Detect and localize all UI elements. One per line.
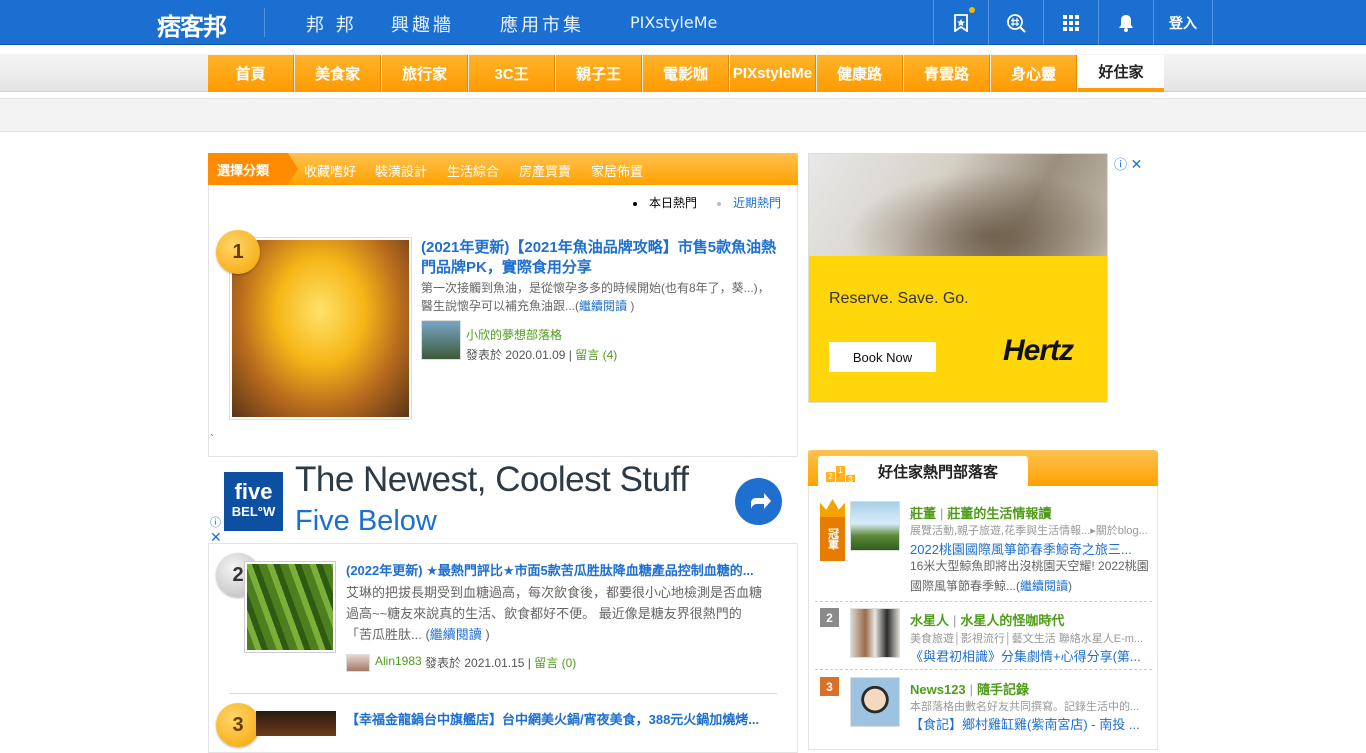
tab-today-hot[interactable]: 本日熱門 [633,194,697,211]
apps-grid-icon[interactable] [1043,0,1098,45]
notification-dot [969,7,975,13]
nav-pixstyleme[interactable]: PIXstyleMe [630,13,717,32]
blogger-name[interactable]: 水星人 | 水星人的怪咖時代 [910,610,1064,629]
category-tab-3c[interactable]: 3C王 [469,55,555,92]
blog-tags: 展覽活動,親子旅遊,花季與生活情報...▸關於blog... [910,525,1148,537]
avatar[interactable] [850,501,900,551]
post-title[interactable]: (2022年更新) ★最熱門評比★市面5款苦瓜胜肽降血糖產品控制血糖的... [346,561,766,581]
nav-bangbang[interactable]: 邦 邦 [306,11,357,37]
book-now-button[interactable]: Book Now [829,342,936,372]
fish-oil-image [232,240,409,417]
blogger-name[interactable]: News123 | 隨手記錄 [910,679,1029,698]
post-excerpt: 艾琳的把拔長期受到血糖過高，每次飲食後，都要很小心地檢測是否血糖過高~~糖友來說… [346,585,763,642]
read-more-link[interactable]: 繼續閱讀 [579,299,627,313]
stray-mark: ` [210,432,214,446]
photo-shading [809,154,1107,256]
post-meta: 發表於 2021.01.15 | 留言 (0) [425,656,577,670]
read-more-link[interactable]: 繼續閱讀 [1020,579,1068,593]
filter-decor-design[interactable]: 裝潢設計 [375,161,427,180]
divider [229,693,777,694]
adchoices-icon[interactable]: ⓘ ✕ [1114,154,1142,173]
category-tab-home[interactable]: 首頁 [208,55,294,92]
post-thumbnail[interactable] [256,711,336,736]
divider [815,601,1152,602]
champion-crown-icon: 冠軍 [820,499,845,563]
divider [264,8,265,37]
read-more-link[interactable]: 繼續閱讀 [430,627,482,642]
avatar[interactable] [850,677,900,727]
avatar[interactable] [421,320,461,360]
champion-label: 冠軍 [820,517,845,561]
login-button[interactable]: 登入 [1153,0,1213,45]
rank-badge: 3 [216,703,260,747]
category-tab-wellness[interactable]: 身心靈 [991,55,1077,92]
hertz-advertisement[interactable]: Reserve. Save. Go. Book Now Hertz [808,153,1108,403]
sub-bar [0,98,1366,132]
adchoices-icon[interactable]: ⓘ [210,514,221,530]
comments-link[interactable]: 留言 (4) [575,348,617,362]
avatar[interactable] [850,608,900,658]
post-thumbnail[interactable] [244,561,336,653]
rank-badge: 1 [216,230,260,274]
category-tab-home-living[interactable]: 好住家 [1078,55,1164,92]
author-name[interactable]: Alin1983 [375,654,422,668]
post-excerpt: 第一次接觸到魚油，是從懷孕多多的時候開始(也有8年了，葵...)，醫生說懷孕可以… [421,281,770,313]
blog-tags: 本部落格由數名好友共同撰寫。記錄生活中的... [910,701,1140,713]
nav-interest-wall[interactable]: 興趣牆 [391,11,454,37]
ad-arrow-icon[interactable] [735,478,782,525]
filter-collecting[interactable]: 收藏嗜好 [304,161,356,180]
bitter-melon-image [247,564,333,650]
crown-shape [820,499,845,517]
ad-subheadline[interactable]: Five Below [295,505,437,538]
nav-app-market[interactable]: 應用市集 [500,11,584,37]
ad-headline[interactable]: The Newest, Coolest Stuff [295,460,689,500]
hashtag-search-icon[interactable] [988,0,1043,45]
bell-icon[interactable] [1098,0,1153,45]
tab-recent-hot[interactable]: 近期熱門 [717,194,781,211]
category-tab-health[interactable]: 健康路 [817,55,903,92]
pixnet-logo[interactable]: 痞客邦 [157,7,227,41]
category-tab-career[interactable]: 青雲路 [904,55,990,92]
logo-text: BEL°W [231,503,276,519]
post-title[interactable]: (2021年更新)【2021年魚油品牌攻略】市售5款魚油熱門品牌PK，實際食用分… [421,238,781,278]
author-name[interactable]: 小欣的夢想部落格 [466,326,562,343]
bullet [717,201,721,206]
avatar[interactable] [346,654,370,672]
hertz-logo: Hertz [1003,334,1074,367]
category-tab-pixstyleme[interactable]: PIXstyleMe [730,55,816,92]
divider [815,669,1152,670]
filter-home-furnishing[interactable]: 家居佈置 [591,161,643,180]
post-thumbnail[interactable] [229,237,412,420]
comments-link[interactable]: 留言 (0) [534,656,576,670]
filter-life[interactable]: 生活綜合 [447,161,499,180]
podium-icon: 213 [826,464,856,484]
rank-badge: 2 [820,608,839,627]
category-tab-food[interactable]: 美食家 [295,55,381,92]
close-ad-icon[interactable]: ✕ [1131,156,1143,172]
filter-bar: 選擇分類 收藏嗜好 裝潢設計 生活綜合 房產買賣 家居佈置 [208,153,798,185]
post-title[interactable]: 【幸福金龍鍋台中旗艦店】台中網美火鍋/宵夜美食，388元火鍋加燒烤... [346,710,766,730]
blog-post-excerpt: 16米大型鯨魚即將出沒桃園天空耀! 2022桃園國際風箏節春季鯨...(繼續閱讀… [910,559,1149,593]
ad-tagline: Reserve. Save. Go. [829,290,969,307]
logo-text: five [234,478,273,504]
blog-latest-post[interactable]: 【食記】鄉村雞缸雞(紫南宮店) - 南投 ... [910,714,1142,733]
blog-tags: 美食旅遊│影視流行│藝文生活 聯絡水星人E-m... [910,633,1144,645]
blog-latest-post[interactable]: 《與君初相識》分集劇情+心得分享(第... [910,646,1142,665]
bullet [633,201,637,206]
post-meta: 發表於 2020.01.09 | 留言 (4) [466,348,618,362]
close-ad-icon[interactable]: ✕ [210,529,222,546]
rank-badge: 3 [820,677,839,696]
category-tab-travel[interactable]: 旅行家 [382,55,468,92]
bookmark-icon[interactable] [933,0,988,45]
category-tab-parenting[interactable]: 親子王 [556,55,642,92]
filter-label: 選擇分類 [208,153,298,185]
blogger-name[interactable]: 莊董 | 莊董的生活情報讀 [910,503,1051,522]
category-tab-movies[interactable]: 電影咖 [643,55,729,92]
filter-real-estate[interactable]: 房產買賣 [519,161,571,180]
five-below-logo[interactable]: five BEL°W [224,472,283,531]
